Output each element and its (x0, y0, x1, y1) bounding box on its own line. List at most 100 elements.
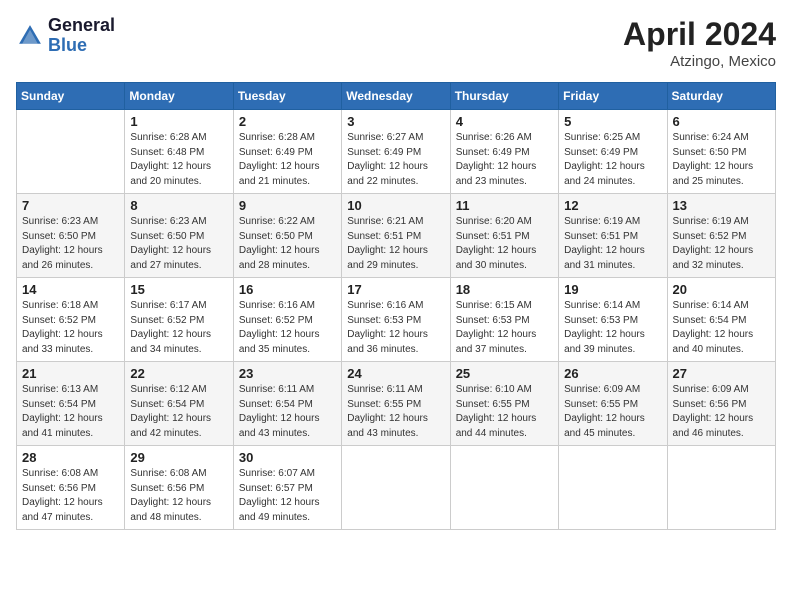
cell-info: Sunrise: 6:11 AM Sunset: 6:55 PM Dayligh… (347, 383, 444, 441)
calendar-cell: 7 Sunrise: 6:23 AM Sunset: 6:50 PM Daylig… (17, 194, 125, 278)
day-number: 18 (456, 282, 553, 297)
logo-icon (16, 22, 44, 50)
calendar-cell: 1 Sunrise: 6:28 AM Sunset: 6:48 PM Daylig… (125, 110, 233, 194)
calendar-cell: 8Sunrise: 6:23 AM Sunset: 6:50 PM Daylig… (125, 194, 233, 278)
day-number: 6 (673, 114, 770, 129)
calendar-cell: 26 Sunrise: 6:09 AM Sunset: 6:55 PM Dayli… (559, 362, 667, 446)
calendar-cell: 4Sunrise: 6:26 AM Sunset: 6:49 PM Daylig… (450, 110, 558, 194)
day-number: 8 (130, 198, 227, 213)
calendar-cell: 9Sunrise: 6:22 AM Sunset: 6:50 PM Daylig… (233, 194, 341, 278)
day-number: 20 (673, 282, 770, 297)
cell-info: Sunrise: 6:09 AM Sunset: 6:55 PM Dayligh… (564, 383, 661, 441)
cell-info: Sunrise: 6:25 AM Sunset: 6:49 PM Dayligh… (564, 131, 661, 189)
cell-info: Sunrise: 6:28 AM Sunset: 6:49 PM Dayligh… (239, 131, 336, 189)
calendar-cell: 18 Sunrise: 6:15 AM Sunset: 6:53 PM Dayli… (450, 278, 558, 362)
title-block: April 2024 Atzingo, Mexico (623, 16, 776, 70)
calendar-cell: 5 Sunrise: 6:25 AM Sunset: 6:49 PM Daylig… (559, 110, 667, 194)
calendar-cell: 16 Sunrise: 6:16 AM Sunset: 6:52 PM Dayli… (233, 278, 341, 362)
week-row-2: 7 Sunrise: 6:23 AM Sunset: 6:50 PM Daylig… (17, 194, 776, 278)
cell-info: Sunrise: 6:20 AM Sunset: 6:51 PM Dayligh… (456, 215, 553, 273)
cell-info: Sunrise: 6:07 AM Sunset: 6:57 PM Dayligh… (239, 467, 336, 525)
day-number: 3 (347, 114, 444, 129)
day-number: 28 (22, 450, 119, 465)
calendar-cell: 23 Sunrise: 6:11 AM Sunset: 6:54 PM Dayli… (233, 362, 341, 446)
weekday-header-row: SundayMondayTuesdayWednesdayThursdayFrid… (17, 83, 776, 110)
cell-info: Sunrise: 6:08 AM Sunset: 6:56 PM Dayligh… (22, 467, 119, 525)
week-row-4: 21 Sunrise: 6:13 AM Sunset: 6:54 PM Dayli… (17, 362, 776, 446)
calendar-cell (559, 446, 667, 530)
day-number: 29 (130, 450, 227, 465)
weekday-header-wednesday: Wednesday (342, 83, 450, 110)
day-number: 1 (130, 114, 227, 129)
cell-info: Sunrise: 6:19 AM Sunset: 6:52 PM Dayligh… (673, 215, 770, 273)
location: Atzingo, Mexico (623, 53, 776, 70)
page-header: General Blue April 2024 Atzingo, Mexico (16, 16, 776, 70)
day-number: 9 (239, 198, 336, 213)
cell-info: Sunrise: 6:28 AM Sunset: 6:48 PM Dayligh… (130, 131, 227, 189)
calendar-cell: 19 Sunrise: 6:14 AM Sunset: 6:53 PM Dayli… (559, 278, 667, 362)
calendar-cell (667, 446, 775, 530)
day-number: 15 (130, 282, 227, 297)
day-number: 13 (673, 198, 770, 213)
day-number: 7 (22, 198, 119, 213)
cell-info: Sunrise: 6:16 AM Sunset: 6:53 PM Dayligh… (347, 299, 444, 357)
calendar-cell (17, 110, 125, 194)
weekday-header-saturday: Saturday (667, 83, 775, 110)
calendar-cell: 30 Sunrise: 6:07 AM Sunset: 6:57 PM Dayli… (233, 446, 341, 530)
calendar-cell: 6Sunrise: 6:24 AM Sunset: 6:50 PM Daylig… (667, 110, 775, 194)
week-row-1: 1 Sunrise: 6:28 AM Sunset: 6:48 PM Daylig… (17, 110, 776, 194)
day-number: 2 (239, 114, 336, 129)
calendar-cell: 28 Sunrise: 6:08 AM Sunset: 6:56 PM Dayli… (17, 446, 125, 530)
day-number: 12 (564, 198, 661, 213)
calendar-cell: 25Sunrise: 6:10 AM Sunset: 6:55 PM Dayli… (450, 362, 558, 446)
calendar-cell: 20 Sunrise: 6:14 AM Sunset: 6:54 PM Dayli… (667, 278, 775, 362)
logo: General Blue (16, 16, 115, 56)
calendar-cell: 27 Sunrise: 6:09 AM Sunset: 6:56 PM Dayli… (667, 362, 775, 446)
day-number: 21 (22, 366, 119, 381)
calendar-cell: 22Sunrise: 6:12 AM Sunset: 6:54 PM Dayli… (125, 362, 233, 446)
calendar-cell (342, 446, 450, 530)
cell-info: Sunrise: 6:17 AM Sunset: 6:52 PM Dayligh… (130, 299, 227, 357)
day-number: 24 (347, 366, 444, 381)
day-number: 11 (456, 198, 553, 213)
cell-info: Sunrise: 6:15 AM Sunset: 6:53 PM Dayligh… (456, 299, 553, 357)
day-number: 22 (130, 366, 227, 381)
calendar-cell: 21 Sunrise: 6:13 AM Sunset: 6:54 PM Dayli… (17, 362, 125, 446)
calendar-cell: 11 Sunrise: 6:20 AM Sunset: 6:51 PM Dayli… (450, 194, 558, 278)
day-number: 14 (22, 282, 119, 297)
cell-info: Sunrise: 6:10 AM Sunset: 6:55 PM Dayligh… (456, 383, 553, 441)
cell-info: Sunrise: 6:14 AM Sunset: 6:54 PM Dayligh… (673, 299, 770, 357)
cell-info: Sunrise: 6:23 AM Sunset: 6:50 PM Dayligh… (22, 215, 119, 273)
day-number: 4 (456, 114, 553, 129)
cell-info: Sunrise: 6:11 AM Sunset: 6:54 PM Dayligh… (239, 383, 336, 441)
day-number: 10 (347, 198, 444, 213)
weekday-header-sunday: Sunday (17, 83, 125, 110)
day-number: 16 (239, 282, 336, 297)
calendar-cell: 29 Sunrise: 6:08 AM Sunset: 6:56 PM Dayli… (125, 446, 233, 530)
cell-info: Sunrise: 6:19 AM Sunset: 6:51 PM Dayligh… (564, 215, 661, 273)
day-number: 17 (347, 282, 444, 297)
calendar-cell: 3 Sunrise: 6:27 AM Sunset: 6:49 PM Daylig… (342, 110, 450, 194)
weekday-header-monday: Monday (125, 83, 233, 110)
cell-info: Sunrise: 6:14 AM Sunset: 6:53 PM Dayligh… (564, 299, 661, 357)
logo-text: General Blue (48, 16, 115, 56)
month-title: April 2024 (623, 16, 776, 53)
calendar-cell: 24 Sunrise: 6:11 AM Sunset: 6:55 PM Dayli… (342, 362, 450, 446)
cell-info: Sunrise: 6:16 AM Sunset: 6:52 PM Dayligh… (239, 299, 336, 357)
cell-info: Sunrise: 6:27 AM Sunset: 6:49 PM Dayligh… (347, 131, 444, 189)
day-number: 19 (564, 282, 661, 297)
cell-info: Sunrise: 6:08 AM Sunset: 6:56 PM Dayligh… (130, 467, 227, 525)
cell-info: Sunrise: 6:09 AM Sunset: 6:56 PM Dayligh… (673, 383, 770, 441)
calendar-cell: 12 Sunrise: 6:19 AM Sunset: 6:51 PM Dayli… (559, 194, 667, 278)
day-number: 26 (564, 366, 661, 381)
weekday-header-tuesday: Tuesday (233, 83, 341, 110)
day-number: 27 (673, 366, 770, 381)
calendar-cell: 14Sunrise: 6:18 AM Sunset: 6:52 PM Dayli… (17, 278, 125, 362)
day-number: 5 (564, 114, 661, 129)
day-number: 30 (239, 450, 336, 465)
calendar-cell: 17 Sunrise: 6:16 AM Sunset: 6:53 PM Dayli… (342, 278, 450, 362)
cell-info: Sunrise: 6:21 AM Sunset: 6:51 PM Dayligh… (347, 215, 444, 273)
day-number: 23 (239, 366, 336, 381)
week-row-3: 14Sunrise: 6:18 AM Sunset: 6:52 PM Dayli… (17, 278, 776, 362)
cell-info: Sunrise: 6:13 AM Sunset: 6:54 PM Dayligh… (22, 383, 119, 441)
